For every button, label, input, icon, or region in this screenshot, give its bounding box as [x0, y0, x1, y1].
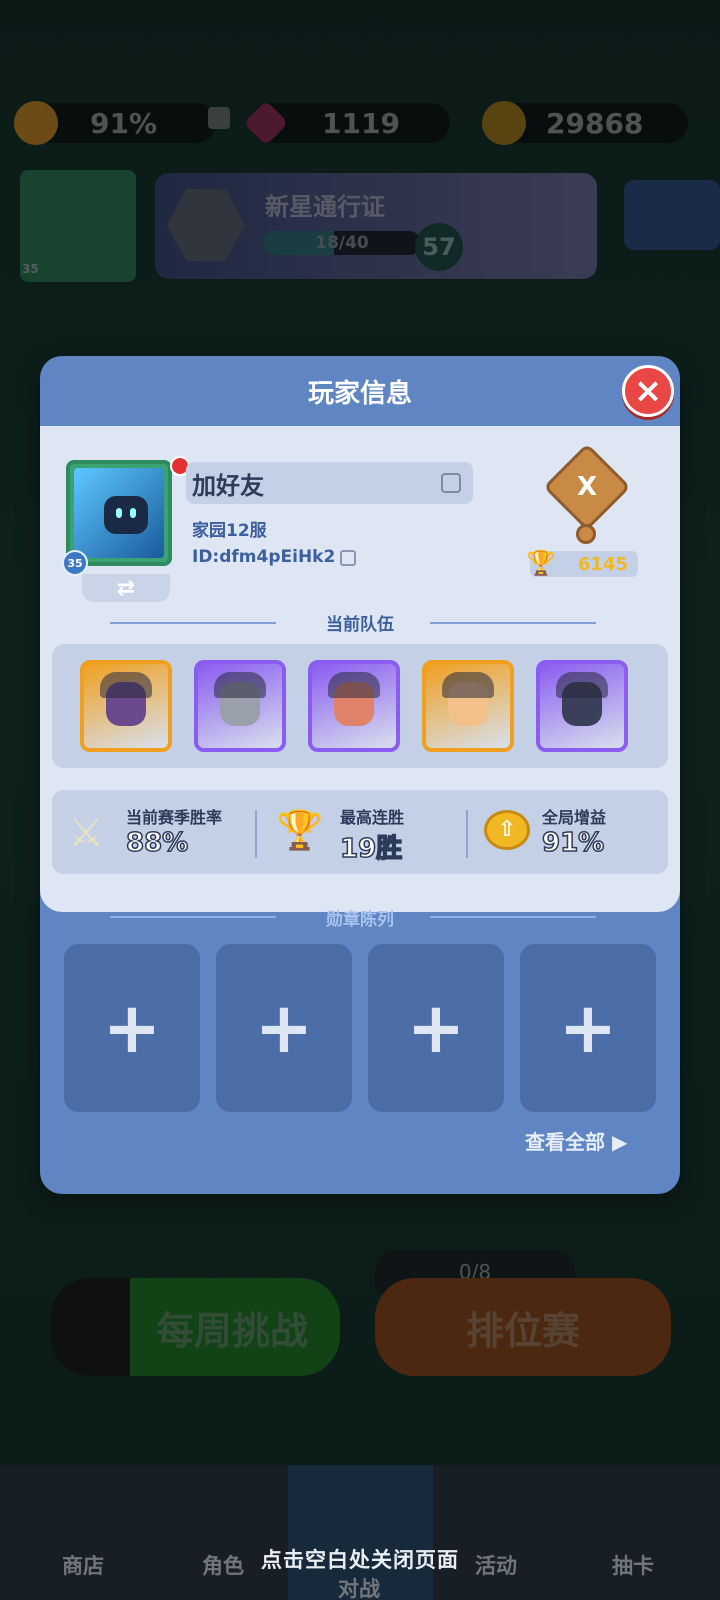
avatar-character [104, 496, 148, 534]
stat-value: 91% [541, 827, 605, 859]
copy-icon[interactable] [340, 550, 356, 566]
close-hint: 点击空白处关闭页面 [261, 1548, 459, 1572]
player-name: 加好友 [192, 471, 264, 500]
medal-slot[interactable]: + [520, 944, 656, 1112]
stat-streak: 🏆 最高连胜 19胜 [274, 800, 464, 865]
stat-value: 19胜 [339, 833, 403, 865]
player-id: ID:dfm4pEiHk2 [192, 547, 336, 567]
hero-barbarian-portrait[interactable] [308, 660, 400, 752]
close-icon: × [633, 371, 663, 411]
stat-label: 最高连胜 [340, 808, 405, 827]
hero-dark-elf-portrait[interactable] [80, 660, 172, 752]
hero-headgear [100, 672, 152, 698]
hero-masked-assassin-portrait[interactable] [536, 660, 628, 752]
divider-line [430, 622, 596, 624]
crossed-swords-icon: ⚔ [68, 810, 104, 856]
stat-winrate: ⚔ 当前赛季胜率 88% [68, 800, 264, 864]
hero-headgear [328, 672, 380, 698]
swap-avatar-button[interactable]: ⇄ [82, 574, 170, 602]
modal-title: 玩家信息 [307, 378, 412, 409]
plus-icon: + [254, 987, 314, 1069]
player-info-modal: 玩家信息 × 35 ⇄ 加好友 家园12服 ID:dfm4pEiHk2 X 🏆 … [40, 356, 680, 1194]
stat-divider [255, 810, 257, 858]
stats-panel: ⚔ 当前赛季胜率 88% 🏆 最高连胜 19胜 ⇧ 全局增益 91% [52, 790, 668, 874]
hero-headgear [442, 672, 494, 698]
medal-slot[interactable]: + [368, 944, 504, 1112]
buff-arrow-icon: ⇧ [484, 810, 530, 850]
hero-knight-portrait[interactable] [194, 660, 286, 752]
divider-line [430, 916, 596, 918]
rank-letter: X [576, 472, 598, 502]
trophy-count: 6145 [577, 553, 628, 575]
plus-icon: + [102, 987, 162, 1069]
stat-label: 全局增益 [542, 808, 607, 827]
hero-headgear [214, 672, 266, 698]
plus-icon: + [406, 987, 466, 1069]
medal-slot[interactable]: + [64, 944, 200, 1112]
stat-buff: ⇧ 全局增益 91% [484, 800, 664, 864]
player-name-box[interactable]: 加好友 [186, 462, 473, 504]
medal-slot[interactable]: + [216, 944, 352, 1112]
trophy-icon: 🏆 [276, 808, 324, 852]
stat-value: 88% [125, 827, 189, 859]
edit-icon[interactable] [441, 473, 461, 493]
player-server: 家园12服 [192, 521, 267, 541]
view-all-link[interactable]: 查看全部 ▶ [525, 1126, 627, 1155]
trophy-count-pill: 🏆 6145 [526, 549, 638, 577]
player-avatar[interactable] [66, 460, 172, 566]
close-button[interactable]: × [622, 365, 674, 417]
stat-label: 当前赛季胜率 [126, 808, 223, 827]
player-level-badge: 35 [62, 550, 88, 576]
hero-headgear [556, 672, 608, 698]
stat-divider [466, 810, 468, 858]
swap-arrows-icon: ⇄ [116, 575, 136, 601]
hero-blonde-gunner-portrait[interactable] [422, 660, 514, 752]
plus-icon: + [558, 987, 618, 1069]
rank-medal-ring [576, 524, 596, 544]
trophy-icon: 🏆 [526, 549, 556, 577]
info-panel: 35 ⇄ 加好友 家园12服 ID:dfm4pEiHk2 X 🏆 6145 当前… [40, 426, 680, 912]
team-panel [52, 644, 668, 768]
